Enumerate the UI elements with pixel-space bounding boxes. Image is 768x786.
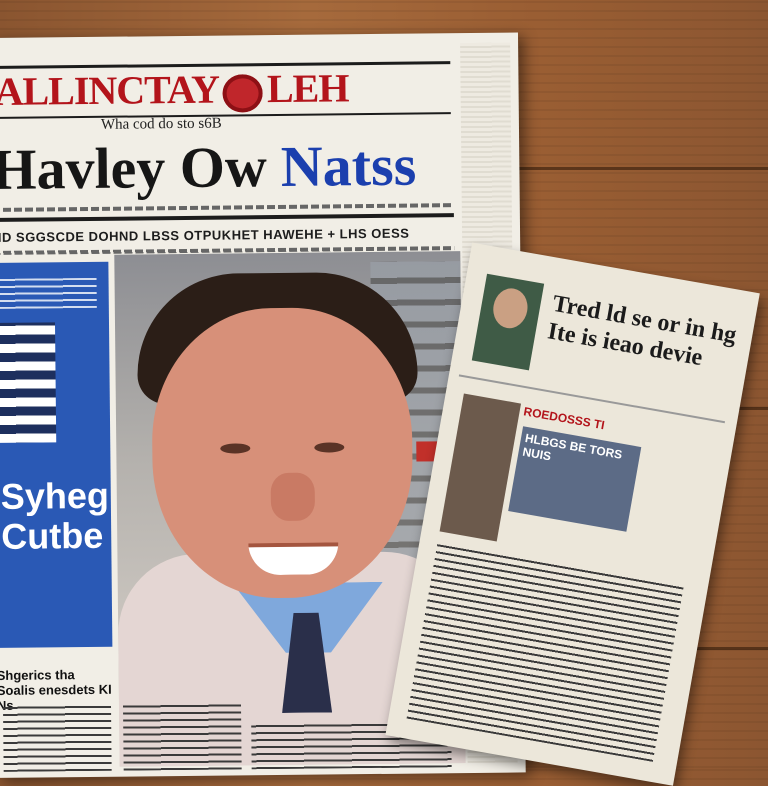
newspaper-deck: HD SGGSCDE DOHND LBSS OTPUKHET HAWEHE + … [0,225,410,245]
person-face [150,306,414,600]
clipping-group-photo [439,393,522,542]
sidebar-big-text: Syheg Cutbe [0,474,110,557]
masthead-seal-icon [222,73,264,113]
person-smile [248,542,339,576]
newspaper-subline: Wha cod do sto s6B [100,115,222,133]
person-right-eye [314,442,345,453]
clipping-headline: Tred ld se or in hg Ite is ieao devie [545,290,739,372]
newspaper-masthead: ALLINCTAY LEH [0,63,455,116]
blue-sidebar: Syheg Cutbe [0,261,113,648]
headline-dark-text: Havley Ow [0,134,268,202]
clipping-portrait-photo [471,273,545,371]
person-left-eye [220,443,251,454]
sidebar-striped-graphic [0,322,57,443]
deck-top-rule [0,213,454,222]
headline-dotted-rule [0,203,454,212]
sidebar-small-text-block [0,277,97,309]
masthead-right-text: LEH [266,65,349,112]
clipping-text-columns [406,541,685,762]
masthead-left-text: ALLINCTAY [0,66,220,114]
newspaper-headline: Havley Ow Natss [0,133,462,202]
clipping-portrait-head [490,285,531,331]
person-nose [270,472,316,522]
headline-blue-text: Natss [280,133,417,199]
clipping-info-box: HLBGS BE TORS NUIS [508,426,642,532]
text-column-1 [2,704,112,772]
text-column-2 [122,703,242,771]
